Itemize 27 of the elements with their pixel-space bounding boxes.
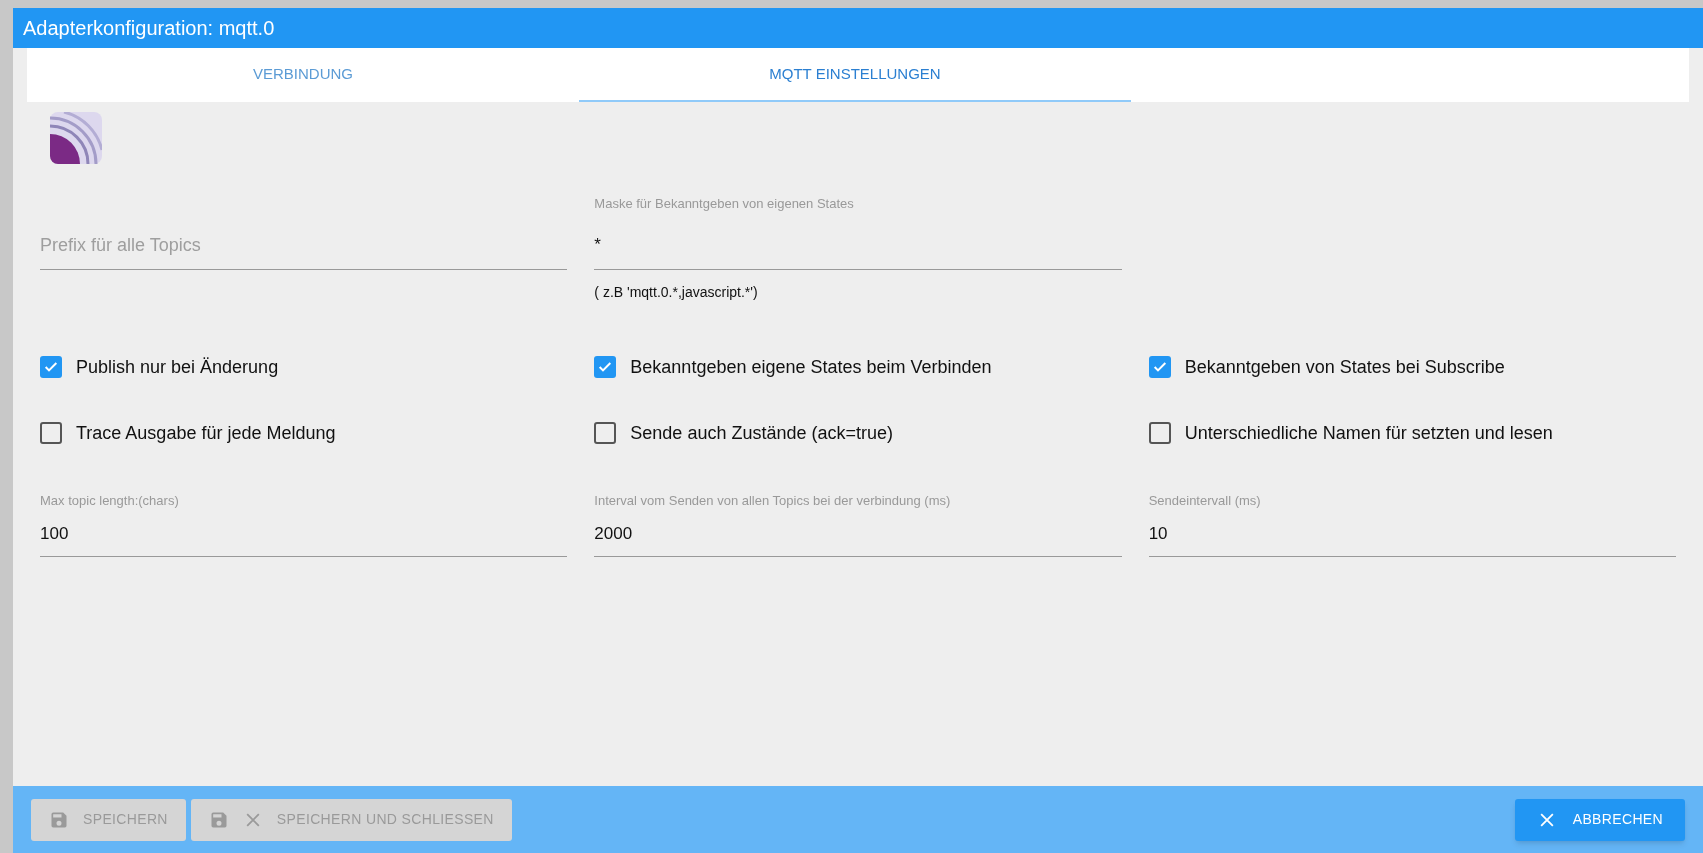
checkbox-label: Sende auch Zustände (ack=true) xyxy=(630,421,893,445)
checkbox[interactable] xyxy=(1148,422,1171,444)
field-label: Interval vom Senden von allen Topics bei der verbindung (ms) xyxy=(594,492,952,510)
number-input-field[interactable]: 2000 xyxy=(594,511,1122,557)
prefix-input-field[interactable]: Prefix für alle Topics xyxy=(40,222,568,270)
field-label: Sendeintervall (ms) xyxy=(1148,492,1262,510)
checkbox-label: Bekanntgeben eigene States beim Verbinden xyxy=(630,355,992,379)
checkbox-label: Publish nur bei Änderung xyxy=(76,355,279,379)
checkbox-label: Trace Ausgabe für jede Meldung xyxy=(76,421,336,445)
number-input-field[interactable]: 100 xyxy=(40,511,568,557)
helper-text: ( z.B 'mqtt.0.*,javascript.*') xyxy=(594,283,759,302)
field-label: Max topic length:(chars) xyxy=(40,492,180,510)
cancel-button[interactable]: ABBRECHEN xyxy=(1514,798,1685,841)
tab[interactable]: MQTT EINSTELLUNGEN xyxy=(579,48,1131,102)
checkbox[interactable] xyxy=(594,422,617,444)
number-input-field[interactable]: 10 xyxy=(1148,511,1676,557)
field-label: Maske für Bekanntgeben von eigenen States xyxy=(594,195,855,213)
signal-waves-logo xyxy=(50,112,102,164)
checkbox[interactable] xyxy=(594,356,617,378)
dialog-title: Adapterkonfiguration: mqtt.0 xyxy=(23,16,275,41)
checkbox-label: Bekanntgeben von States bei Subscribe xyxy=(1184,355,1505,379)
checkbox[interactable] xyxy=(40,356,62,378)
checkbox[interactable] xyxy=(1148,356,1171,378)
mask-input-field[interactable]: * xyxy=(594,220,1122,270)
checkbox[interactable] xyxy=(40,422,62,444)
checkbox-label: Unterschiedliche Namen für setzten und lesen xyxy=(1184,421,1553,445)
tab[interactable]: VERBINDUNG xyxy=(27,48,579,102)
